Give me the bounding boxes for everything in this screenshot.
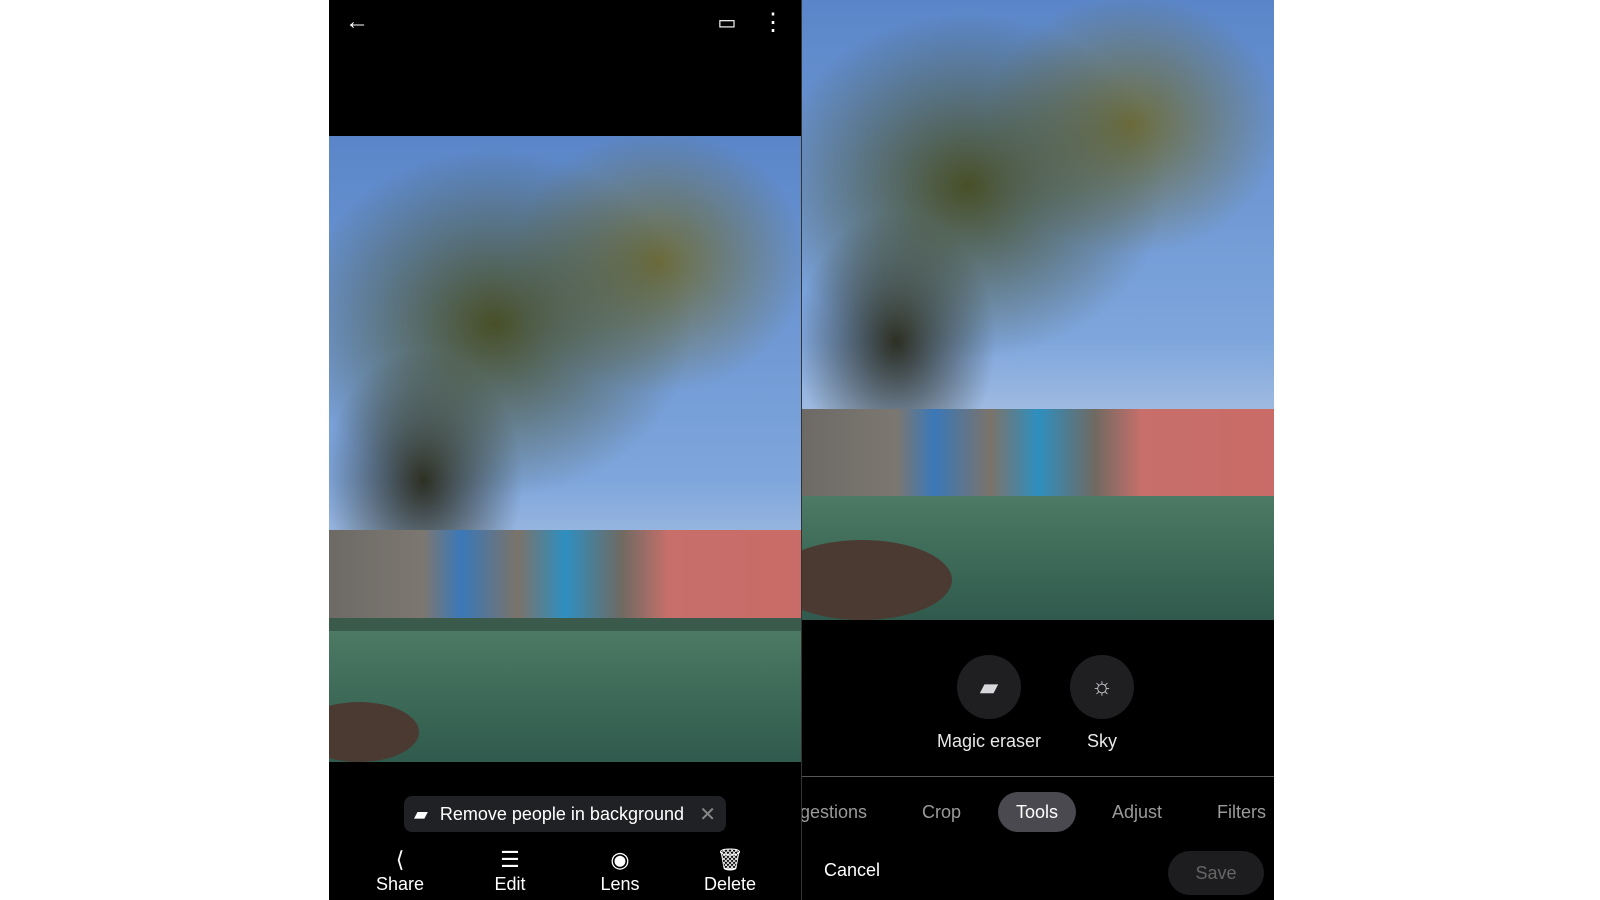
save-button[interactable]: Save bbox=[1168, 851, 1264, 895]
edit-label: Edit bbox=[494, 874, 526, 894]
more-options-button[interactable]: ⋮ bbox=[757, 6, 789, 38]
sky-tool[interactable]: ☼ Sky bbox=[1032, 655, 1172, 752]
lens-label: Lens bbox=[600, 874, 640, 894]
tab-suggestions[interactable]: gestions bbox=[802, 792, 867, 832]
sun-cloud-icon: ☼ bbox=[1070, 655, 1134, 719]
photo-preview bbox=[802, 0, 1274, 620]
remove-people-suggestion-chip[interactable]: ▰ Remove people in background ✕ bbox=[404, 796, 726, 832]
sky-label: Sky bbox=[1086, 731, 1117, 751]
close-icon[interactable]: ✕ bbox=[699, 802, 716, 827]
photo bbox=[329, 136, 801, 762]
tab-adjust[interactable]: Adjust bbox=[1112, 792, 1162, 832]
lens-icon: ◉ bbox=[610, 847, 630, 872]
divider bbox=[802, 776, 1274, 777]
photo-editor-panel: ▰ Magic eraser ☼ Sky gestions Crop Tools A… bbox=[801, 0, 1274, 900]
delete-label: Delete bbox=[703, 874, 757, 894]
tab-tools[interactable]: Tools bbox=[998, 792, 1077, 832]
cancel-button[interactable]: Cancel bbox=[824, 860, 880, 881]
share-button[interactable]: ⟨ Share bbox=[355, 846, 445, 895]
tab-crop[interactable]: Crop bbox=[922, 792, 961, 832]
eraser-icon: ▰ bbox=[414, 803, 428, 824]
cast-button[interactable]: ▭ bbox=[711, 6, 743, 38]
photo-viewer-panel: ← ▭ ⋮ ▰ Remove people in background ✕ ⟨ S… bbox=[329, 0, 801, 900]
trash-icon: 🗑 bbox=[716, 847, 744, 872]
lens-button[interactable]: ◉ Lens bbox=[575, 846, 665, 895]
tab-filters[interactable]: Filters bbox=[1217, 792, 1266, 832]
eraser-icon: ▰ bbox=[957, 655, 1021, 719]
chip-label: Remove people in background bbox=[439, 803, 685, 824]
edit-button[interactable]: ☰ Edit bbox=[465, 846, 555, 895]
sliders-icon: ☰ bbox=[500, 847, 520, 872]
share-label: Share bbox=[375, 874, 425, 894]
delete-button[interactable]: 🗑 Delete bbox=[685, 846, 775, 895]
back-button[interactable]: ← bbox=[341, 6, 373, 38]
share-icon: ⟨ bbox=[395, 847, 405, 872]
